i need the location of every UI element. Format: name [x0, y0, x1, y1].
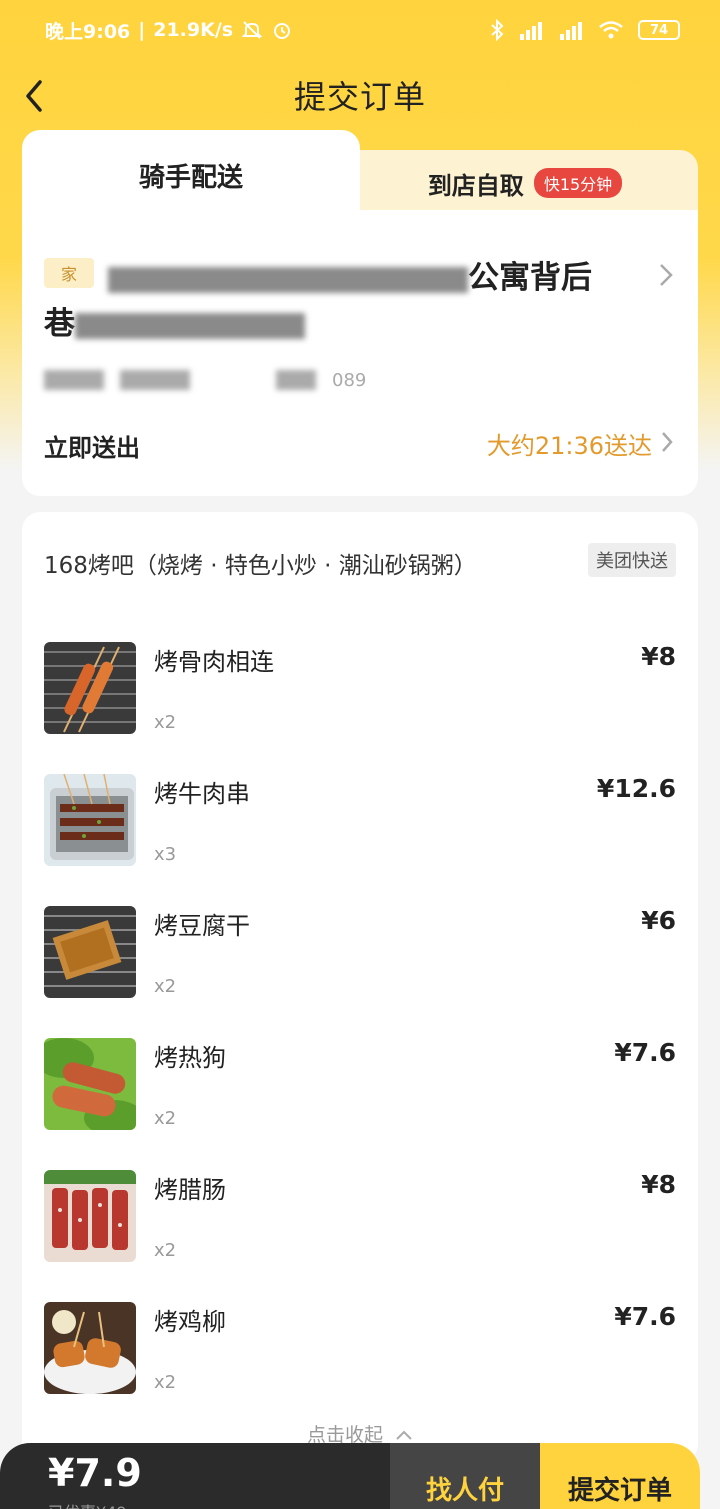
- item-thumbnail: [44, 1302, 136, 1394]
- redacted-address: [108, 266, 468, 293]
- order-items-card: 168烤吧（烧烤 · 特色小炒 · 潮汕砂锅粥） 美团快送 烤骨肉相连 x2 ¥…: [22, 512, 698, 1462]
- back-arrow-icon[interactable]: [20, 76, 50, 116]
- item-quantity: x2: [154, 1372, 177, 1393]
- tab-delivery[interactable]: 骑手配送: [22, 130, 360, 220]
- address-text[interactable]: 公寓背后 巷: [44, 255, 644, 347]
- status-time: 晚上9:06: [45, 20, 131, 43]
- bottom-action-bar: ¥7.9 已优惠¥49 找人付 提交订单: [0, 1443, 720, 1509]
- pickup-badge: 快15分钟: [533, 168, 623, 198]
- item-thumbnail: [44, 642, 136, 734]
- item-thumbnail: [44, 906, 136, 998]
- shipping-label: 立即送出: [44, 434, 140, 462]
- mute-bell-icon: [241, 21, 263, 39]
- discount-text: 已优惠¥49: [48, 1499, 127, 1509]
- chevron-up-icon: [396, 1430, 412, 1440]
- phone-tail: 089: [332, 369, 367, 391]
- redacted-phone: [276, 370, 316, 390]
- item-price: ¥8: [641, 1170, 676, 1199]
- item-quantity: x2: [154, 712, 177, 733]
- item-name: 烤豆腐干: [154, 912, 250, 940]
- submit-order-button[interactable]: 提交订单: [540, 1443, 700, 1509]
- item-quantity: x3: [154, 844, 177, 865]
- redacted-name: [44, 370, 104, 390]
- total-price: ¥7.9: [48, 1451, 142, 1495]
- order-item: 烤豆腐干 x2 ¥6: [44, 906, 676, 998]
- find-friend-pay-button[interactable]: 找人付: [390, 1443, 540, 1509]
- item-price: ¥7.6: [614, 1302, 676, 1331]
- order-item: 烤腊肠 x2 ¥8: [44, 1170, 676, 1262]
- item-price: ¥6: [641, 906, 676, 935]
- item-thumbnail: [44, 774, 136, 866]
- item-quantity: x2: [154, 1108, 177, 1129]
- item-quantity: x2: [154, 976, 177, 997]
- order-item: 烤牛肉串 x3 ¥12.6: [44, 774, 676, 866]
- wifi-icon: [599, 21, 623, 39]
- delivery-card: 到店自取 快15分钟 公寓背后 巷 家 089 立即送出 大约21:36送达 骑…: [22, 130, 698, 496]
- page-title: 提交订单: [293, 78, 426, 116]
- signal-icon-2: [560, 22, 582, 40]
- item-name: 烤鸡柳: [154, 1308, 226, 1336]
- tab-pickup-label: 到店自取: [427, 171, 524, 200]
- delivery-type-badge: 美团快送: [588, 543, 676, 577]
- chevron-right-icon[interactable]: [660, 430, 674, 454]
- order-item: 烤热狗 x2 ¥7.6: [44, 1038, 676, 1130]
- item-price: ¥12.6: [596, 774, 676, 803]
- item-name: 烤骨肉相连: [154, 648, 274, 676]
- status-net-speed: 21.9K/s: [153, 19, 234, 41]
- item-thumbnail: [44, 1170, 136, 1262]
- item-quantity: x2: [154, 1240, 177, 1261]
- item-price: ¥7.6: [614, 1038, 676, 1067]
- redacted-address-2: [75, 312, 305, 339]
- shop-name: 168烤吧（烧烤 · 特色小炒 · 潮汕砂锅粥）: [44, 553, 477, 579]
- redacted-name-2: [120, 370, 190, 390]
- signal-icon: [520, 22, 542, 40]
- order-item: 烤骨肉相连 x2 ¥8: [44, 642, 676, 734]
- address-section: 公寓背后 巷 家 089 立即送出 大约21:36送达: [22, 210, 698, 496]
- item-name: 烤热狗: [154, 1044, 226, 1072]
- tab-pickup[interactable]: 到店自取 快15分钟: [352, 150, 698, 216]
- alarm-icon: [274, 23, 291, 39]
- shipping-eta[interactable]: 大约21:36送达: [487, 426, 652, 461]
- bluetooth-icon: [491, 19, 504, 41]
- item-price: ¥8: [641, 642, 676, 671]
- order-item: 烤鸡柳 x2 ¥7.6: [44, 1302, 676, 1394]
- chevron-right-icon[interactable]: [658, 262, 674, 288]
- total-panel: ¥7.9 已优惠¥49: [0, 1443, 390, 1509]
- item-name: 烤牛肉串: [154, 780, 250, 808]
- nav-bar: 提交订单: [0, 64, 720, 126]
- status-bar: 晚上9:06 | 21.9K/s 74: [0, 0, 720, 60]
- address-tag: 家: [44, 258, 94, 288]
- item-name: 烤腊肠: [154, 1176, 226, 1204]
- battery-icon: 74: [638, 20, 680, 40]
- contact-line: 089: [44, 366, 366, 394]
- item-thumbnail: [44, 1038, 136, 1130]
